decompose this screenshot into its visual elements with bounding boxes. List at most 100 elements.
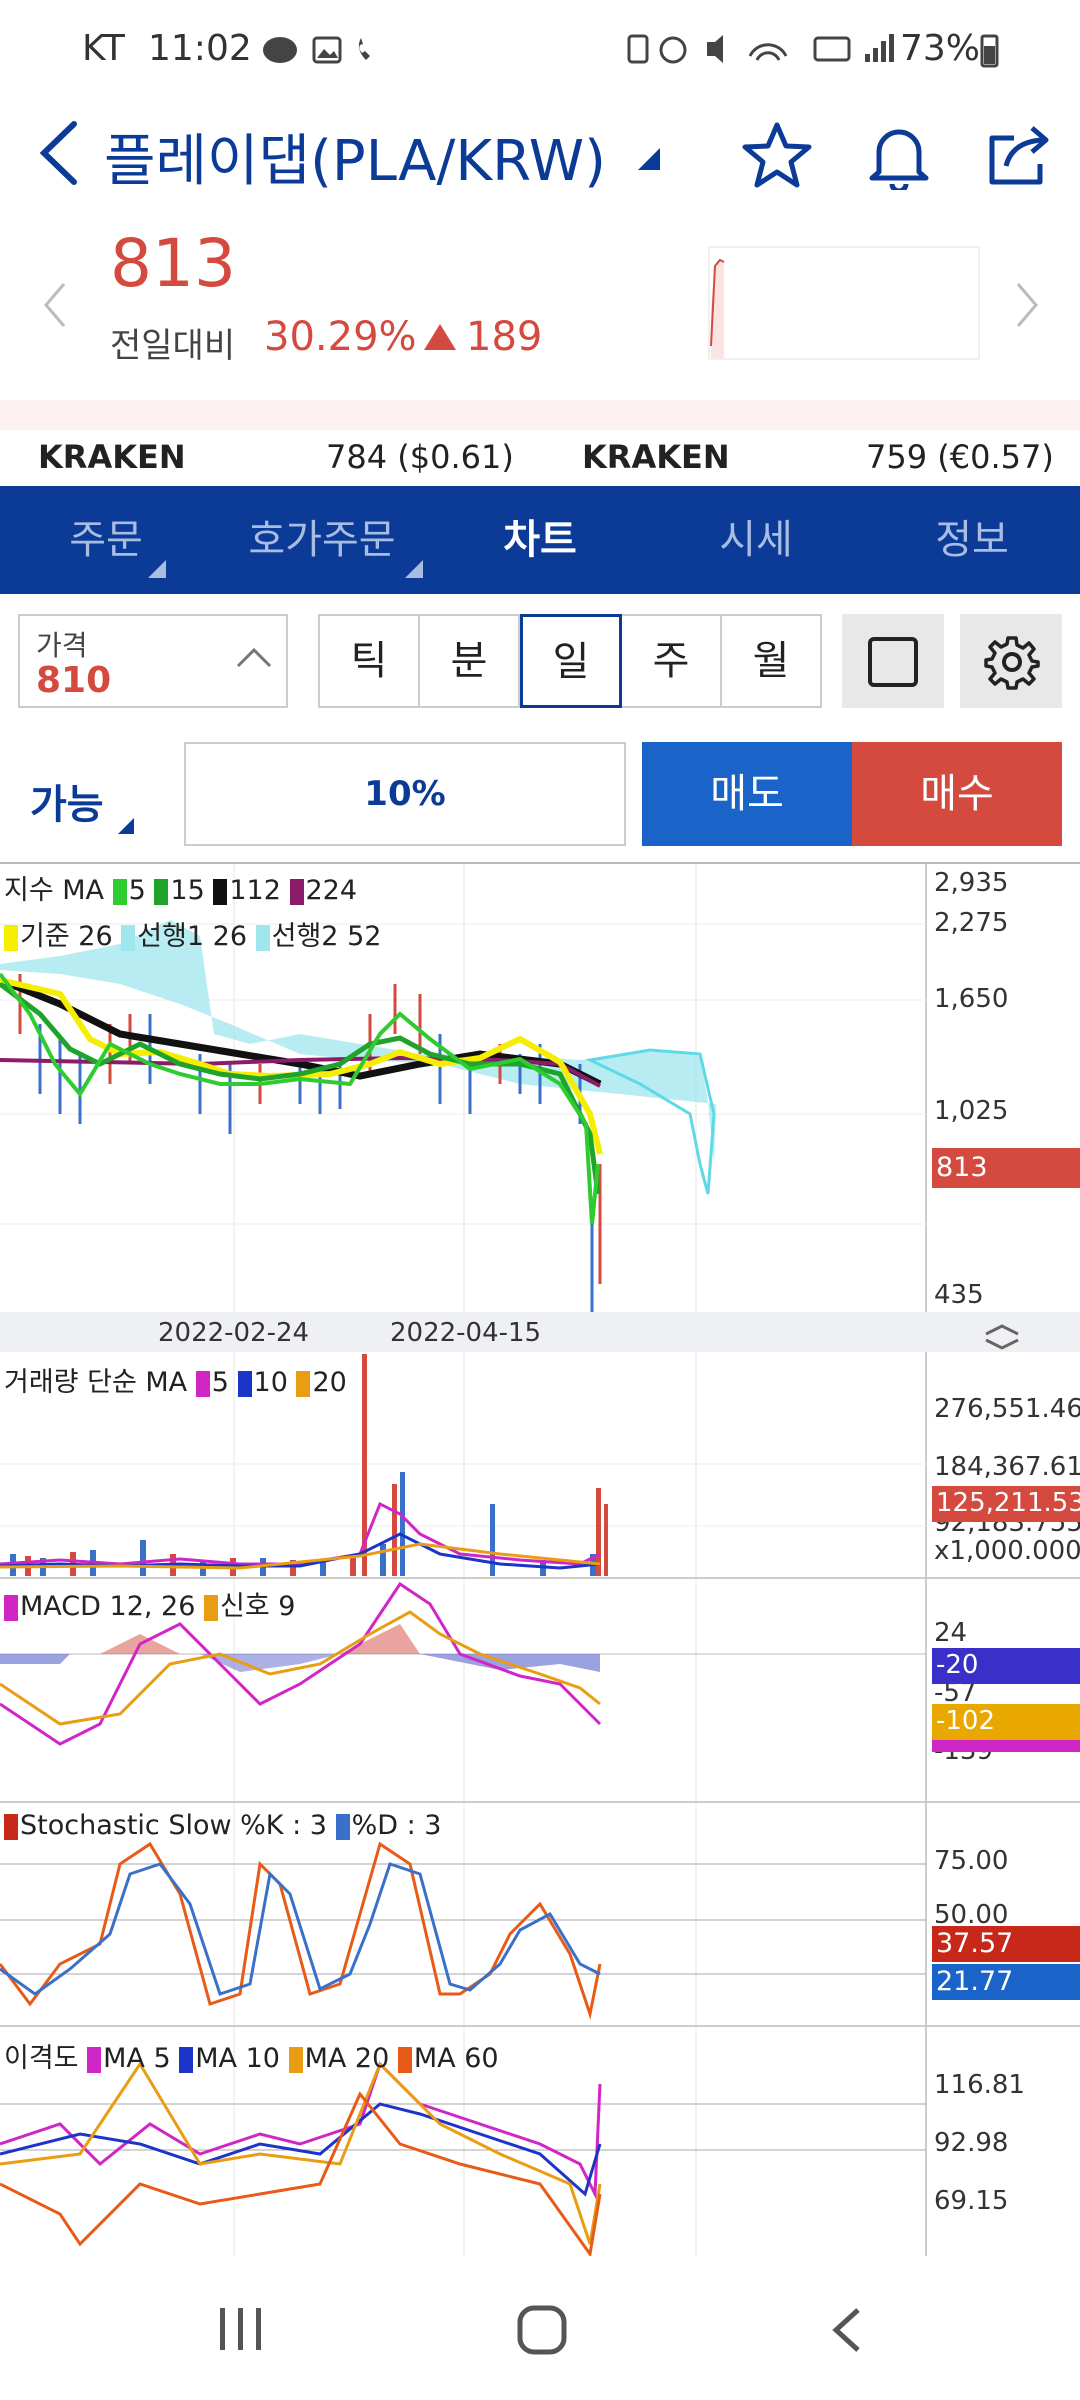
tab-market[interactable]: 시세 bbox=[656, 486, 856, 594]
caret-down-icon[interactable] bbox=[636, 146, 662, 172]
y-tick: 184,367.611 bbox=[934, 1452, 1080, 1482]
price-summary: 813 전일대비 30.29% 189 bbox=[0, 210, 1080, 430]
legend-label: MACD 12, 26 bbox=[20, 1591, 196, 1622]
home-icon[interactable] bbox=[516, 2304, 568, 2356]
legend-label: 기준 26 bbox=[20, 921, 113, 952]
legend-label: 112 bbox=[229, 875, 281, 906]
main-chart-legend: 지수 MA 5 15 112 224 bbox=[4, 868, 357, 907]
status-bar: KT 11:02 73% bbox=[0, 0, 1080, 100]
legend-label: 15 bbox=[170, 875, 205, 906]
signal-tag: -102 bbox=[932, 1704, 1080, 1740]
legend-label: %D : 3 bbox=[351, 1810, 442, 1841]
volume-legend: 거래량 단순 MA 5 10 20 bbox=[4, 1360, 347, 1399]
ticker-value: 759 (€0.57) bbox=[866, 438, 1054, 476]
app-header: 플레이댑(PLA/KRW) bbox=[0, 100, 1080, 210]
period-week[interactable]: 주 bbox=[620, 614, 722, 708]
y-tick: 435 bbox=[934, 1280, 984, 1310]
legend-label: Stochastic Slow %K : 3 bbox=[20, 1810, 327, 1841]
legend-label: 5 bbox=[128, 875, 146, 906]
disparity-legend: 이격도 MA 5 MA 10 MA 20 MA 60 bbox=[4, 2036, 499, 2075]
volume-tag: 125,211.533 bbox=[932, 1486, 1080, 1522]
chevron-up-icon[interactable] bbox=[236, 646, 272, 670]
star-icon[interactable] bbox=[742, 120, 812, 190]
square-icon bbox=[868, 637, 918, 687]
legend-label: 10 bbox=[253, 1367, 288, 1398]
system-nav-bar bbox=[0, 2256, 1080, 2400]
tab-caret-icon bbox=[405, 560, 423, 578]
up-triangle-icon bbox=[424, 324, 456, 350]
legend-label: MA 10 bbox=[195, 2043, 280, 2074]
macd-tag: -20 bbox=[932, 1648, 1080, 1684]
notification-icons bbox=[263, 36, 370, 64]
legend-label: MA 60 bbox=[413, 2043, 499, 2074]
y-tick: 24 bbox=[934, 1618, 968, 1648]
legend-label: 20 bbox=[312, 1367, 347, 1398]
y-tick: x1,000.000 bbox=[934, 1536, 1080, 1566]
main-chart-legend: 기준 26 선행1 26 선행2 52 bbox=[4, 914, 381, 953]
legend-label: 지수 MA bbox=[4, 875, 105, 906]
sell-button[interactable]: 매도 bbox=[642, 742, 852, 846]
y-tick: 116.81 bbox=[934, 2070, 1025, 2100]
change-amount: 189 bbox=[466, 314, 543, 360]
page-title[interactable]: 플레이댑(PLA/KRW) bbox=[104, 116, 606, 197]
period-tick[interactable]: 틱 bbox=[318, 614, 420, 708]
change-percent: 30.29% bbox=[264, 314, 417, 360]
y-tick: 92.98 bbox=[934, 2128, 1009, 2158]
stoch-k-tag: 37.57 bbox=[932, 1926, 1080, 1962]
legend-label: MA 20 bbox=[304, 2043, 390, 2074]
legend-label: 이격도 bbox=[4, 2043, 79, 2074]
price-field-value: 810 bbox=[36, 660, 112, 701]
y-tick: 276,551.466 bbox=[934, 1394, 1080, 1424]
tab-bar: 주문 호가주문 차트 시세 정보 bbox=[0, 486, 1080, 594]
prev-arrow-icon[interactable] bbox=[40, 280, 70, 330]
macd-legend: MACD 12, 26 신호 9 bbox=[4, 1584, 295, 1623]
current-price-tag: 813 bbox=[932, 1148, 1080, 1188]
tab-order[interactable]: 주문 bbox=[6, 486, 206, 594]
buy-button[interactable]: 매수 bbox=[852, 742, 1062, 846]
y-tick: 2,935 bbox=[934, 868, 1009, 898]
carrier-label: KT bbox=[82, 28, 125, 69]
x-label: 2022-04-15 bbox=[390, 1318, 542, 1348]
legend-label: 신호 9 bbox=[220, 1591, 296, 1622]
price-field[interactable]: 가격 810 bbox=[18, 614, 288, 708]
legend-label: 224 bbox=[305, 875, 358, 906]
back-icon[interactable] bbox=[34, 118, 84, 188]
x-label: 2022-02-24 bbox=[158, 1318, 310, 1348]
fullscreen-button[interactable] bbox=[842, 614, 944, 708]
bell-icon[interactable] bbox=[864, 120, 934, 190]
period-minute[interactable]: 분 bbox=[418, 614, 520, 708]
y-tick: 69.15 bbox=[934, 2186, 1009, 2216]
stoch-d-tag: 21.77 bbox=[932, 1964, 1080, 2000]
share-icon[interactable] bbox=[984, 120, 1054, 190]
tab-quote-order[interactable]: 호가주문 bbox=[222, 486, 422, 594]
divider bbox=[0, 400, 1080, 430]
period-month[interactable]: 월 bbox=[720, 614, 822, 708]
battery-label: 73% bbox=[900, 28, 981, 69]
price-field-label: 가격 bbox=[36, 629, 88, 662]
gear-icon bbox=[984, 636, 1040, 690]
clock: 11:02 bbox=[148, 28, 252, 69]
battery-icon bbox=[980, 34, 999, 68]
legend-label: 5 bbox=[211, 1367, 229, 1398]
y-tick: 75.00 bbox=[934, 1846, 1009, 1876]
next-arrow-icon[interactable] bbox=[1012, 280, 1042, 330]
change-label: 전일대비 bbox=[110, 326, 236, 366]
mini-chart bbox=[708, 246, 980, 360]
percent-input[interactable]: 10% bbox=[184, 742, 626, 846]
tab-info[interactable]: 정보 bbox=[872, 486, 1072, 594]
y-tick: 2,275 bbox=[934, 908, 1009, 938]
tab-chart[interactable]: 차트 bbox=[440, 486, 640, 594]
legend-label: 선행1 26 bbox=[137, 921, 248, 952]
ticker-value: 784 ($0.61) bbox=[326, 438, 514, 476]
available-dropdown[interactable]: 가능 bbox=[30, 772, 104, 830]
legend-label: 거래량 단순 MA bbox=[4, 1367, 188, 1398]
y-tick: 1,025 bbox=[934, 1096, 1009, 1126]
back-nav-icon[interactable] bbox=[826, 2306, 866, 2354]
macd-marker bbox=[932, 1740, 1080, 1752]
period-day[interactable]: 일 bbox=[520, 614, 622, 708]
stochastic-legend: Stochastic Slow %K : 3 %D : 3 bbox=[4, 1810, 441, 1841]
settings-button[interactable] bbox=[960, 614, 1062, 708]
caret-down-icon[interactable] bbox=[116, 816, 136, 836]
recents-icon[interactable] bbox=[216, 2306, 266, 2352]
y-tick: 1,650 bbox=[934, 984, 1009, 1014]
